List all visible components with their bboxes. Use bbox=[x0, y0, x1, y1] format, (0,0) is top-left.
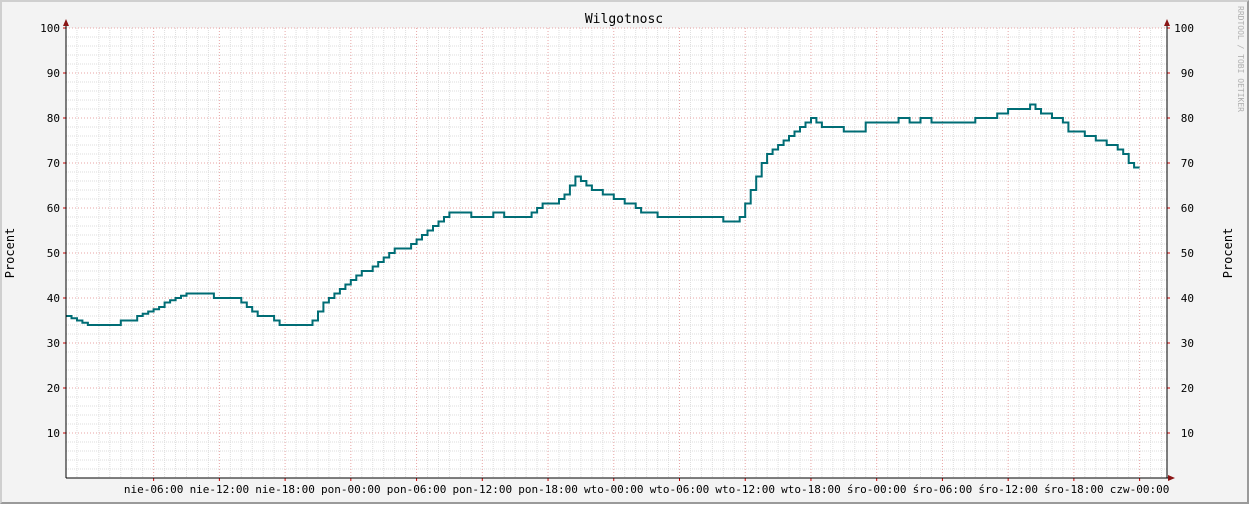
x-tick-label: wto-18:00 bbox=[781, 483, 841, 496]
y-axis-left-arrow bbox=[63, 19, 69, 26]
x-tick-label: nie-18:00 bbox=[255, 483, 315, 496]
y-tick-label: 50 bbox=[47, 247, 60, 260]
y-axis-right-arrow bbox=[1164, 19, 1170, 26]
x-tick-label: śro-00:00 bbox=[847, 483, 907, 496]
y-tick-label: 10 bbox=[1181, 427, 1194, 440]
y-tick-label: 100 bbox=[40, 22, 60, 35]
x-tick-label: pon-18:00 bbox=[518, 483, 578, 496]
watermark: RRDTOOL / TOBI OETIKER bbox=[1236, 6, 1245, 112]
x-tick-label: czw-00:00 bbox=[1110, 483, 1170, 496]
x-tick-label: wto-00:00 bbox=[584, 483, 644, 496]
y-tick-label: 70 bbox=[1181, 157, 1194, 170]
chart-title: Wilgotnosc bbox=[585, 12, 663, 27]
y-tick-label: 30 bbox=[1181, 337, 1194, 350]
y-tick-labels-left: 10 20 30 40 50 60 70 80 90 100 bbox=[40, 22, 60, 440]
graph-window: 10 20 30 40 50 60 70 80 90 100 10 20 30 40 50 60 70 80 90… bbox=[0, 0, 1249, 504]
y-tick-label: 80 bbox=[1181, 112, 1194, 125]
x-tick-label: wto-06:00 bbox=[650, 483, 710, 496]
humidity-chart: 10 20 30 40 50 60 70 80 90 100 10 20 30 40 50 60 70 80 90… bbox=[3, 6, 1245, 496]
y-tick-label: 60 bbox=[1181, 202, 1194, 215]
x-tick-label: wto-12:00 bbox=[715, 483, 775, 496]
y-tick-label: 70 bbox=[47, 157, 60, 170]
x-tick-label: nie-06:00 bbox=[124, 483, 184, 496]
y-tick-labels-right: 10 20 30 40 50 60 70 80 90 100 bbox=[1174, 22, 1194, 440]
y-tick-label: 90 bbox=[1181, 67, 1194, 80]
x-tick-labels: nie-06:00 nie-12:00 nie-18:00 pon-00:00 pon-… bbox=[124, 483, 1170, 496]
y-tick-label: 40 bbox=[1181, 292, 1194, 305]
x-tick-label: nie-12:00 bbox=[190, 483, 250, 496]
x-tick-label: pon-12:00 bbox=[452, 483, 512, 496]
y-tick-label: 50 bbox=[1181, 247, 1194, 260]
x-tick-label: śro-12:00 bbox=[978, 483, 1038, 496]
y-axis-label-right: Procent bbox=[1221, 228, 1235, 279]
y-tick-label: 100 bbox=[1174, 22, 1194, 35]
y-axis-label-left: Procent bbox=[3, 228, 17, 279]
x-tick-label: śro-18:00 bbox=[1044, 483, 1104, 496]
x-tick-label: pon-00:00 bbox=[321, 483, 381, 496]
y-tick-label: 20 bbox=[1181, 382, 1194, 395]
y-tick-label: 30 bbox=[47, 337, 60, 350]
x-tick-label: pon-06:00 bbox=[387, 483, 447, 496]
y-tick-label: 90 bbox=[47, 67, 60, 80]
y-tick-label: 10 bbox=[47, 427, 60, 440]
y-tick-label: 20 bbox=[47, 382, 60, 395]
y-tick-label: 60 bbox=[47, 202, 60, 215]
y-tick-label: 40 bbox=[47, 292, 60, 305]
x-axis-arrow bbox=[1168, 475, 1175, 481]
y-tick-label: 80 bbox=[47, 112, 60, 125]
x-tick-label: śro-06:00 bbox=[913, 483, 973, 496]
